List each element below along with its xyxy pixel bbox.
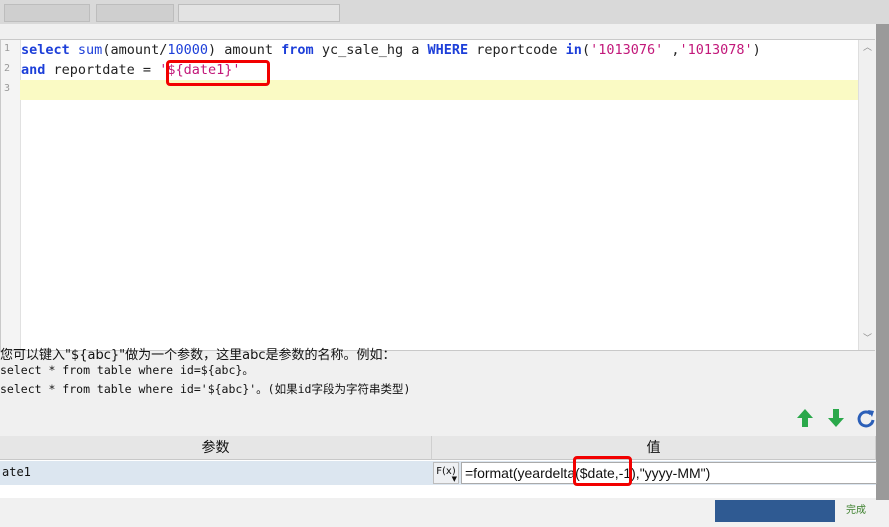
scroll-down-icon[interactable]: ﹀ xyxy=(862,334,873,345)
code-token: amount xyxy=(110,42,160,58)
dropdown-caret-icon: ▼ xyxy=(451,475,457,483)
table-row[interactable]: ate1 F(x) ▼ =format(yeardelta($date,-1),"… xyxy=(0,456,877,486)
hint-line-2: select * from table where id=${abc}。 xyxy=(0,363,254,377)
param-value-input[interactable]: =format(yeardelta($date,-1),"yyyy-MM") xyxy=(461,462,877,484)
background-panel xyxy=(876,24,889,527)
number-literal: 10000 xyxy=(167,42,209,58)
code-token: ( xyxy=(581,42,591,58)
background-tab xyxy=(96,4,174,22)
sql-editor[interactable]: 1 2 3 select sum(amount/10000) amount fr… xyxy=(0,39,876,351)
keyword-from: from xyxy=(281,42,314,58)
editor-vertical-scrollbar[interactable]: ︿ ﹀ xyxy=(858,40,876,350)
move-down-button[interactable] xyxy=(825,407,847,429)
arrow-down-icon xyxy=(828,409,844,427)
function-sum: sum xyxy=(77,42,103,58)
parameter-table: 参数 值 ate1 F(x) ▼ =format(yeardelta($date,… xyxy=(0,436,877,498)
param-name-cell: ate1 xyxy=(2,465,31,479)
code-token: ) xyxy=(752,42,761,58)
code-token: , xyxy=(663,42,680,58)
line-number: 1 xyxy=(3,43,10,54)
arrow-up-icon xyxy=(797,409,813,427)
hint-line-3: select * from table where id='${abc}'。(如… xyxy=(0,382,411,396)
code-token: reportcode xyxy=(468,42,566,58)
background-tab xyxy=(4,4,90,22)
background-button xyxy=(715,500,835,522)
move-up-button[interactable] xyxy=(794,407,816,429)
highlight-box-value xyxy=(573,456,632,486)
string-literal: '1013078' xyxy=(679,42,753,58)
sql-parameter-dialog: 1 2 3 select sum(amount/10000) amount fr… xyxy=(0,24,877,500)
code-token: reportdate = xyxy=(45,62,160,78)
refresh-button[interactable] xyxy=(855,407,877,429)
scroll-up-icon[interactable]: ︿ xyxy=(862,43,873,54)
formula-button[interactable]: F(x) ▼ xyxy=(433,462,459,484)
line-number-gutter: 1 2 3 xyxy=(1,40,21,350)
refresh-icon xyxy=(857,410,875,428)
code-token: ) amount xyxy=(208,42,282,58)
background-tab xyxy=(178,4,340,22)
keyword-select: select xyxy=(21,42,70,58)
hint-line-1: 您可以键入"${abc}"做为一个参数，这里abc是参数的名称。例如： xyxy=(0,348,396,363)
column-header-param[interactable]: 参数 xyxy=(0,436,432,460)
current-line-highlight xyxy=(20,80,858,100)
highlight-box-param xyxy=(166,60,270,86)
keyword-where: WHERE xyxy=(427,42,469,58)
background-titlebar xyxy=(0,0,889,24)
line-number: 3 xyxy=(3,83,10,94)
keyword-in: in xyxy=(565,42,582,58)
column-header-value[interactable]: 值 xyxy=(432,436,876,460)
keyword-and: and xyxy=(21,62,46,78)
code-token: yc_sale_hg a xyxy=(313,42,428,58)
string-literal: '1013076' xyxy=(590,42,664,58)
background-status-text: 完成 xyxy=(846,505,866,516)
line-number: 2 xyxy=(3,63,10,74)
code-line-1[interactable]: select sum(amount/10000) amount from yc_… xyxy=(21,40,761,60)
